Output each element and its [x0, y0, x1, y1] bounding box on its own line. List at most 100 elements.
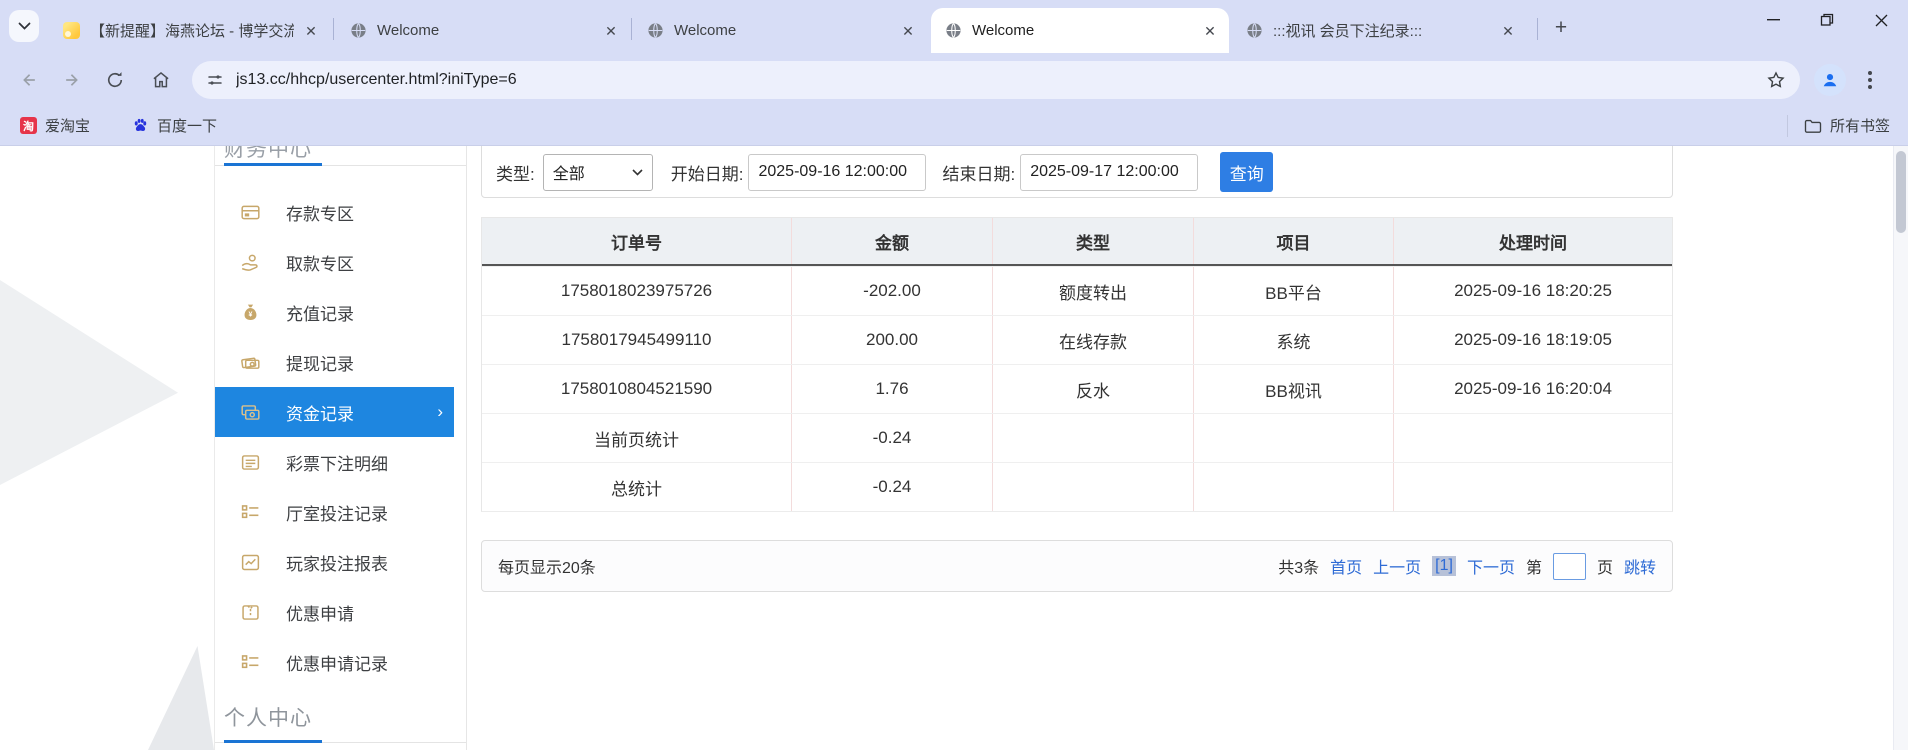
sidebar-item-label: 彩票下注明细: [286, 454, 388, 474]
jump-link[interactable]: 跳转: [1624, 554, 1656, 578]
scrollbar-thumb[interactable]: [1896, 151, 1906, 233]
table-row-page-total: 当前页统计 -0.24: [482, 413, 1672, 462]
taobao-icon: 淘: [20, 117, 37, 134]
cell-order-no: 1758010804521590: [482, 365, 792, 413]
records-table: 订单号 金额 类型 项目 处理时间 1758018023975726 -202.…: [481, 217, 1673, 512]
tab-welcome-1[interactable]: Welcome ✕: [336, 8, 630, 53]
cell-time: 2025-09-16 18:20:25: [1454, 281, 1612, 300]
back-icon[interactable]: [12, 63, 46, 97]
tab-close-icon[interactable]: ✕: [602, 22, 620, 40]
cell-order-no: 1758018023975726: [482, 267, 792, 315]
tab-bar: 【新提醒】海燕论坛 - 博学交流 ✕ Welcome ✕ Welcome ✕ W…: [0, 0, 1908, 53]
bookmark-baidu[interactable]: 百度一下: [124, 111, 225, 140]
sidebar-item-hall-bet-records[interactable]: 厅室投注记录: [215, 487, 466, 537]
cell-project: BB视讯: [1194, 365, 1394, 413]
restore-icon[interactable]: [1814, 7, 1840, 33]
sidebar-heading-finance: 财务中心: [224, 146, 312, 161]
url-text[interactable]: js13.cc/hhcp/usercenter.html?iniType=6: [236, 71, 1758, 89]
table-row: 1758018023975726 -202.00 额度转出 BB平台 2025-…: [482, 266, 1672, 315]
hall-bets-icon: [240, 502, 261, 523]
cell-amount: -0.24: [792, 414, 993, 462]
page-jump-input[interactable]: [1552, 552, 1586, 580]
promo-records-icon: [240, 652, 261, 673]
tab-close-icon[interactable]: ✕: [302, 22, 320, 40]
svg-text:¥: ¥: [249, 311, 253, 318]
tab-close-icon[interactable]: ✕: [899, 22, 917, 40]
heading-accent-bar: [224, 740, 322, 743]
bookmarks-separator: [1786, 114, 1788, 137]
sidebar-item-promo-apply[interactable]: 优惠申请: [215, 587, 466, 637]
tab-video-records[interactable]: :::视讯 会员下注纪录::: ✕: [1232, 8, 1527, 53]
sidebar-item-funds-records[interactable]: 资金记录 ›: [215, 387, 454, 437]
cell-project: BB平台: [1194, 267, 1394, 315]
sidebar-item-label: 优惠申请记录: [286, 654, 388, 674]
prev-page-link[interactable]: 上一页: [1373, 554, 1421, 578]
sidebar-item-label: 优惠申请: [286, 604, 354, 624]
all-bookmarks-button[interactable]: 所有书签: [1804, 115, 1890, 136]
pagination-bar: 每页显示20条 共3条 首页 上一页 [1] 下一页 第 页 跳转: [481, 540, 1673, 592]
promo-apply-icon: [240, 602, 261, 623]
start-date-input[interactable]: [748, 153, 927, 191]
tab-welcome-2[interactable]: Welcome ✕: [633, 8, 927, 53]
decor-triangle: [0, 280, 178, 485]
profile-avatar-icon[interactable]: [1814, 63, 1846, 96]
bookmark-star-icon[interactable]: [1766, 70, 1786, 90]
new-tab-icon[interactable]: +: [1548, 16, 1574, 42]
forward-icon[interactable]: [55, 63, 89, 97]
column-header: 类型: [993, 218, 1194, 264]
globe-favicon: [350, 22, 367, 39]
globe-favicon: [1246, 22, 1263, 39]
withdraw-icon: [240, 252, 261, 273]
cell-type: 额度转出: [993, 267, 1194, 315]
type-select-value: 全部: [552, 166, 585, 183]
cell-project: 系统: [1194, 316, 1394, 364]
table-row: 1758010804521590 1.76 反水 BB视讯 2025-09-16…: [482, 364, 1672, 413]
cell-empty: [1194, 463, 1394, 511]
cell-amount: 200.00: [792, 316, 993, 364]
next-page-link[interactable]: 下一页: [1467, 554, 1515, 578]
window-close-icon[interactable]: [1868, 7, 1894, 33]
tab-search-button[interactable]: [9, 10, 39, 42]
first-page-link[interactable]: 首页: [1330, 554, 1362, 578]
tab-close-icon[interactable]: ✕: [1201, 22, 1219, 40]
cell-label: 总统计: [482, 463, 792, 511]
globe-favicon: [647, 22, 664, 39]
end-date-label: 结束日期:: [942, 164, 1016, 184]
sidebar-item-player-bet-report[interactable]: 玩家投注报表: [215, 537, 466, 587]
site-info-icon[interactable]: [206, 71, 224, 89]
sidebar-item-lottery-bet-details[interactable]: 彩票下注明细: [215, 437, 466, 487]
tab-welcome-active[interactable]: Welcome ✕: [931, 8, 1229, 53]
toolbar: js13.cc/hhcp/usercenter.html?iniType=6: [0, 53, 1908, 106]
sidebar-item-withdraw-zone[interactable]: 取款专区: [215, 237, 466, 287]
start-date-label: 开始日期:: [670, 164, 744, 184]
page-scrollbar[interactable]: [1893, 146, 1908, 750]
sidebar-item-label: 厅室投注记录: [286, 504, 388, 524]
all-bookmarks-label: 所有书签: [1829, 118, 1890, 135]
address-bar[interactable]: js13.cc/hhcp/usercenter.html?iniType=6: [192, 60, 1800, 99]
deposit-icon: [240, 202, 261, 223]
cell-time: 2025-09-16 16:20:04: [1454, 379, 1612, 398]
sidebar-item-deposit-zone[interactable]: 存款专区: [215, 187, 466, 237]
tab-separator: [1537, 18, 1538, 40]
sidebar-item-cashout-records[interactable]: 提现记录: [215, 337, 466, 387]
tab-separator: [631, 18, 632, 40]
bookmark-taobao[interactable]: 淘 爱淘宝: [12, 111, 98, 140]
type-select[interactable]: 全部: [542, 153, 653, 191]
home-icon[interactable]: [144, 63, 178, 97]
sidebar-item-label: 玩家投注报表: [286, 554, 388, 574]
menu-dots-icon[interactable]: [1858, 70, 1882, 89]
tab-close-icon[interactable]: ✕: [1499, 22, 1517, 40]
sidebar-item-promo-apply-records[interactable]: 优惠申请记录: [215, 637, 466, 687]
reload-icon[interactable]: [98, 63, 132, 97]
tab-forum[interactable]: 【新提醒】海燕论坛 - 博学交流 ✕: [49, 8, 330, 53]
chevron-right-icon: ›: [437, 402, 443, 421]
tab-title: 【新提醒】海燕论坛 - 博学交流: [90, 23, 294, 40]
query-button[interactable]: 查询: [1220, 152, 1274, 192]
minimize-icon[interactable]: [1760, 7, 1786, 33]
cell-amount: -0.24: [792, 463, 993, 511]
cell-amount: -202.00: [792, 267, 993, 315]
column-header: 金额: [792, 218, 993, 264]
end-date-input[interactable]: [1020, 153, 1199, 191]
sidebar-item-recharge-records[interactable]: ¥ 充值记录: [215, 287, 466, 337]
filter-bar: 类型: 全部 开始日期: 结束日期: 查询: [481, 146, 1673, 198]
